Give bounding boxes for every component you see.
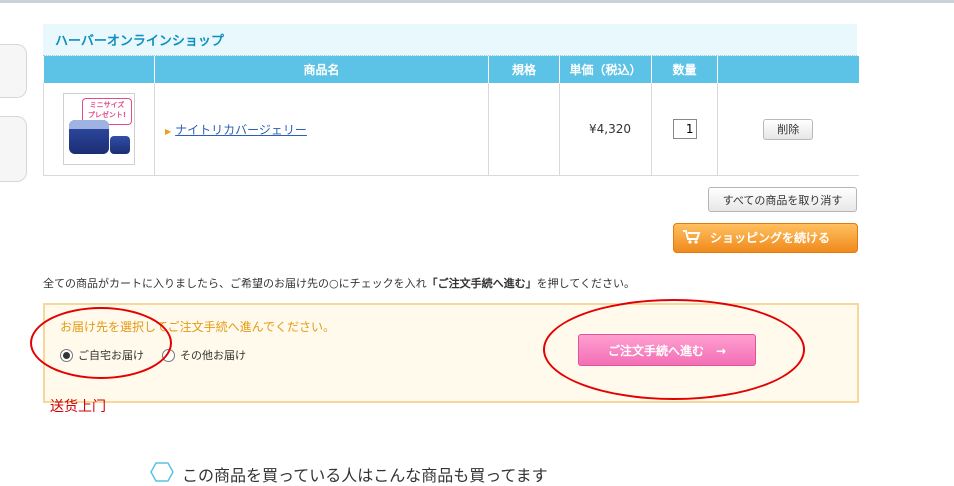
related-products-heading: この商品を買っている人はこんな商品も買ってます: [150, 462, 548, 486]
continue-shopping-label: ショッピングを続ける: [710, 230, 831, 245]
small-jar-icon: [110, 136, 130, 154]
cell-price: ¥4,320: [559, 83, 652, 176]
cell-qty: [651, 83, 718, 176]
cart-icon: [682, 229, 702, 248]
product-name-link[interactable]: ナイトリカバージェリー: [175, 123, 307, 137]
annotation-ellipse-proceed: [543, 299, 805, 400]
annotation-ellipse-home: [30, 307, 172, 379]
cell-action: 削除: [717, 83, 859, 176]
shop-title: ハーバーオンラインショップ: [55, 34, 224, 49]
col-header-action: [717, 56, 859, 83]
cart-table: 商品名 規格 単価（税込） 数量 ミニサイズ プレゼント! ▶ ナイトリカバージェ…: [43, 56, 859, 176]
cell-spec: [488, 83, 560, 176]
col-header-image: [43, 56, 155, 83]
col-header-qty: 数量: [651, 56, 718, 83]
col-header-spec: 規格: [488, 56, 560, 83]
cell-image: ミニサイズ プレゼント!: [43, 83, 155, 176]
option-other-delivery[interactable]: その他お届け: [162, 347, 246, 363]
related-products-title: この商品を買っている人はこんな商品も買ってます: [182, 466, 548, 485]
window-top-border: [0, 0, 954, 3]
quantity-input[interactable]: [672, 119, 697, 139]
instruction-bold: 「ご注文手続へ進む」: [426, 277, 537, 290]
delete-button[interactable]: 削除: [763, 118, 814, 140]
instruction-pre: 全ての商品がカートに入りましたら、ご希望のお届け先の○にチェックを入れ: [43, 277, 427, 290]
triangle-bullet-icon: ▶: [165, 126, 172, 136]
side-tab-2[interactable]: [0, 116, 27, 182]
instruction-text: 全ての商品がカートに入りましたら、ご希望のお届け先の○にチェックを入れ「ご注文手…: [43, 275, 635, 291]
hexagon-icon: [150, 462, 174, 486]
col-header-product: 商品名: [154, 56, 489, 83]
col-header-price: 単価（税込）: [559, 56, 652, 83]
continue-shopping-button[interactable]: ショッピングを続ける: [673, 223, 858, 253]
cell-product: ▶ ナイトリカバージェリー: [154, 83, 489, 176]
instruction-post: を押してください。: [536, 277, 635, 290]
product-image[interactable]: ミニサイズ プレゼント!: [63, 93, 135, 165]
table-header-row: 商品名 規格 単価（税込） 数量: [43, 56, 859, 83]
table-row: ミニサイズ プレゼント! ▶ナイトリカバージェリー ¥4,320 削除: [43, 83, 859, 176]
shop-header: ハーバーオンラインショップ: [43, 24, 857, 56]
option-other-label: その他お届け: [180, 349, 246, 362]
side-tab-1[interactable]: [0, 44, 27, 98]
jar-icon: [69, 120, 109, 154]
clear-all-button[interactable]: すべての商品を取り消す: [708, 187, 857, 212]
annotation-text: 送货上门: [50, 399, 106, 415]
